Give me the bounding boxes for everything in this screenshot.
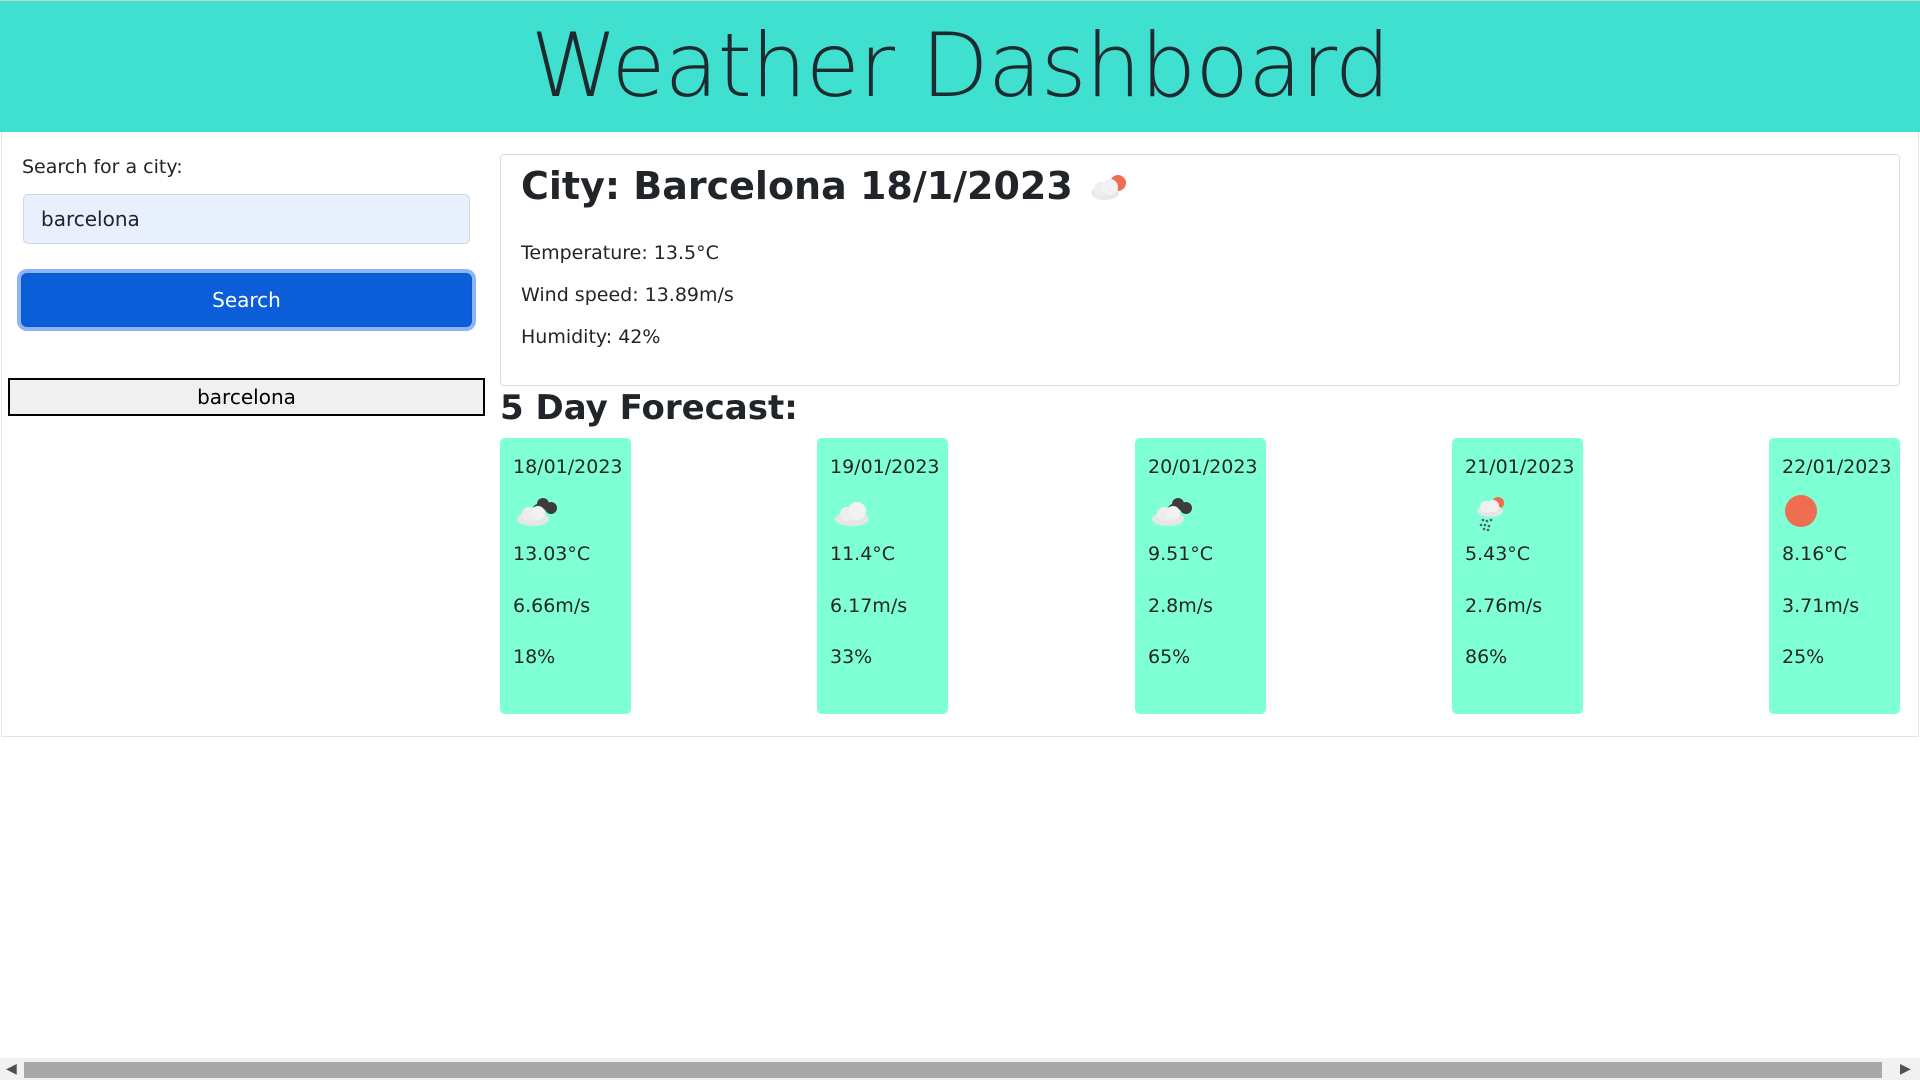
forecast-wind: 3.71m/s xyxy=(1782,595,1860,617)
cloud-icon xyxy=(830,494,935,534)
forecast-date: 18/01/2023 xyxy=(513,456,623,478)
forecast-card: 19/01/2023 11.4°C 6.17m/s 33% xyxy=(817,438,948,714)
current-weather-header: City: Barcelona 18/1/2023 xyxy=(521,161,1879,211)
current-wind-speed: Wind speed: 13.89m/s xyxy=(521,284,734,306)
forecast-temperature: 13.03°C xyxy=(513,543,591,565)
current-temperature: Temperature: 13.5°C xyxy=(521,242,719,264)
search-sidebar: Search for a city: Search barcelona xyxy=(8,156,492,416)
search-input[interactable] xyxy=(23,194,470,244)
forecast-date: 19/01/2023 xyxy=(830,456,940,478)
forecast-humidity: 33% xyxy=(830,646,873,668)
forecast-wind: 2.8m/s xyxy=(1148,595,1214,617)
forecast-temperature: 8.16°C xyxy=(1782,543,1848,565)
page-title: Weather Dashboard xyxy=(530,14,1391,117)
forecast-title: 5 Day Forecast: xyxy=(500,388,798,428)
scroll-right-icon[interactable]: ▶ xyxy=(1900,1061,1911,1077)
forecast-date: 22/01/2023 xyxy=(1782,456,1892,478)
rain-sun-icon xyxy=(1465,494,1570,534)
partly-cloudy-sun-icon xyxy=(1087,172,1133,206)
scrollbar-thumb[interactable] xyxy=(24,1062,1882,1078)
sun-icon xyxy=(1782,494,1887,534)
forecast-wind: 6.66m/s xyxy=(513,595,591,617)
broken-clouds-icon xyxy=(1148,494,1253,534)
forecast-date: 21/01/2023 xyxy=(1465,456,1575,478)
forecast-humidity: 25% xyxy=(1782,646,1825,668)
forecast-date: 20/01/2023 xyxy=(1148,456,1258,478)
main-container: Search for a city: Search barcelona City… xyxy=(1,132,1919,737)
forecast-card: 20/01/2023 9.51°C 2.8m/s 65% xyxy=(1135,438,1266,714)
current-humidity: Humidity: 42% xyxy=(521,326,661,348)
forecast-wind: 6.17m/s xyxy=(830,595,908,617)
forecast-temperature: 9.51°C xyxy=(1148,543,1214,565)
current-city-title: City: Barcelona 18/1/2023 xyxy=(521,164,1073,208)
history-button-barcelona[interactable]: barcelona xyxy=(8,378,485,416)
forecast-humidity: 86% xyxy=(1465,646,1508,668)
forecast-card: 22/01/2023 8.16°C 3.71m/s 25% xyxy=(1769,438,1900,714)
forecast-card: 21/01/2023 5.43°C 2.76m/s 86% xyxy=(1452,438,1583,714)
broken-clouds-icon xyxy=(513,494,618,534)
page-header: Weather Dashboard xyxy=(0,0,1920,132)
scroll-left-icon[interactable]: ◀ xyxy=(6,1061,17,1077)
forecast-temperature: 11.4°C xyxy=(830,543,896,565)
search-button[interactable]: Search xyxy=(21,273,472,327)
forecast-card: 18/01/2023 13.03°C 6.66m/s 18% xyxy=(500,438,631,714)
horizontal-scrollbar[interactable]: ◀ ▶ xyxy=(0,1058,1920,1080)
search-label: Search for a city: xyxy=(22,156,183,178)
forecast-humidity: 65% xyxy=(1148,646,1191,668)
forecast-humidity: 18% xyxy=(513,646,556,668)
forecast-wind: 2.76m/s xyxy=(1465,595,1543,617)
forecast-temperature: 5.43°C xyxy=(1465,543,1531,565)
current-weather-panel: City: Barcelona 18/1/2023 Temperature: 1… xyxy=(500,154,1900,386)
